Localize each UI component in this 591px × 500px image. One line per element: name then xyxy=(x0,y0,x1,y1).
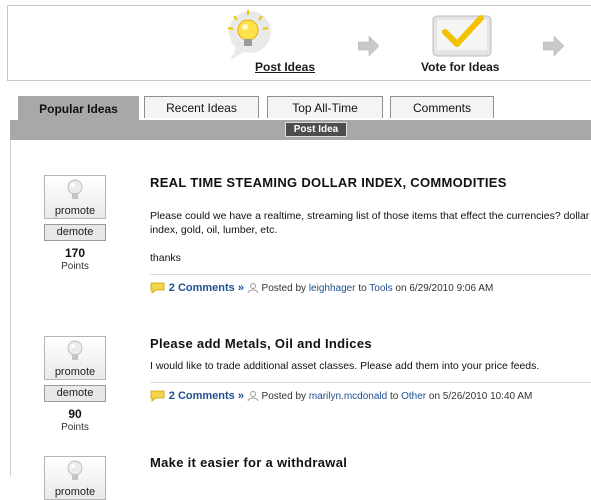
vote-for-ideas-label: Vote for Ideas xyxy=(421,60,500,74)
category-link[interactable]: Other xyxy=(401,391,426,402)
points-label: Points xyxy=(61,422,89,433)
tab-comments[interactable]: Comments xyxy=(390,96,494,118)
arrow-right-icon xyxy=(543,36,565,56)
arrow-right-icon xyxy=(358,36,380,56)
lightbulb-icon xyxy=(67,179,83,199)
idea-title[interactable]: Make it easier for a withdrawal xyxy=(150,455,347,470)
score-value: 90 xyxy=(68,407,82,421)
promote-label: promote xyxy=(54,366,96,378)
post-date: 5/26/2010 10:40 AM xyxy=(442,391,533,402)
promote-button[interactable]: promote xyxy=(44,175,106,219)
on-word: on xyxy=(428,391,441,402)
user-icon xyxy=(247,391,259,402)
idea-body-paragraph: Please could we have a realtime, streami… xyxy=(150,210,590,236)
posted-by-prefix: Posted by xyxy=(261,283,307,294)
category-link[interactable]: Tools xyxy=(369,283,392,294)
idea-body: Please could we have a realtime, streami… xyxy=(150,209,590,265)
idea-title[interactable]: Please add Metals, Oil and Indices xyxy=(150,336,372,351)
to-word: to xyxy=(389,391,399,402)
comments-link[interactable]: 2 Comments » xyxy=(169,282,244,294)
tab-top-all-time[interactable]: Top All-Time xyxy=(267,96,383,118)
idea-body: I would like to trade additional asset c… xyxy=(150,359,590,373)
idea-title[interactable]: REAL TIME STEAMING DOLLAR INDEX, COMMODI… xyxy=(150,175,507,190)
comment-bubble-icon xyxy=(150,390,165,403)
on-word: on xyxy=(395,283,407,294)
idea-meta: 2 Comments » Posted by leighhager to Too… xyxy=(150,282,494,295)
idea-meta: 2 Comments » Posted by marilyn.mcdonald … xyxy=(150,390,533,403)
demote-button[interactable]: demote xyxy=(44,385,106,402)
posted-by-prefix: Posted by xyxy=(261,391,307,402)
author-link[interactable]: leighhager xyxy=(309,283,356,294)
divider xyxy=(150,382,591,383)
idea-body-paragraph: I would like to trade additional asset c… xyxy=(150,360,540,372)
promote-button[interactable]: promote xyxy=(44,456,106,500)
promote-button[interactable]: promote xyxy=(44,336,106,380)
score-value: 170 xyxy=(64,246,86,260)
post-idea-button[interactable]: Post Idea xyxy=(285,122,347,137)
divider xyxy=(150,274,591,275)
post-date: 6/29/2010 9:06 AM xyxy=(409,283,494,294)
lightbulb-speech-icon[interactable] xyxy=(222,8,274,62)
vote-checkmark-icon[interactable] xyxy=(431,12,493,58)
idea-body-paragraph: thanks xyxy=(150,252,181,264)
points-label: Points xyxy=(61,261,89,272)
promote-label: promote xyxy=(54,486,96,498)
tab-popular-ideas[interactable]: Popular Ideas xyxy=(18,96,139,120)
lightbulb-icon xyxy=(67,340,83,360)
promote-label: promote xyxy=(54,205,96,217)
lightbulb-icon xyxy=(67,460,83,480)
comments-link[interactable]: 2 Comments » xyxy=(169,390,244,402)
to-word: to xyxy=(358,283,367,294)
comment-bubble-icon xyxy=(150,282,165,295)
tab-recent-ideas[interactable]: Recent Ideas xyxy=(144,96,259,118)
author-link[interactable]: marilyn.mcdonald xyxy=(309,391,387,402)
post-ideas-link[interactable]: Post Ideas xyxy=(255,60,315,74)
user-icon xyxy=(247,283,259,294)
demote-button[interactable]: demote xyxy=(44,224,106,241)
tab-bar: Popular Ideas Recent Ideas Top All-Time … xyxy=(0,96,591,120)
